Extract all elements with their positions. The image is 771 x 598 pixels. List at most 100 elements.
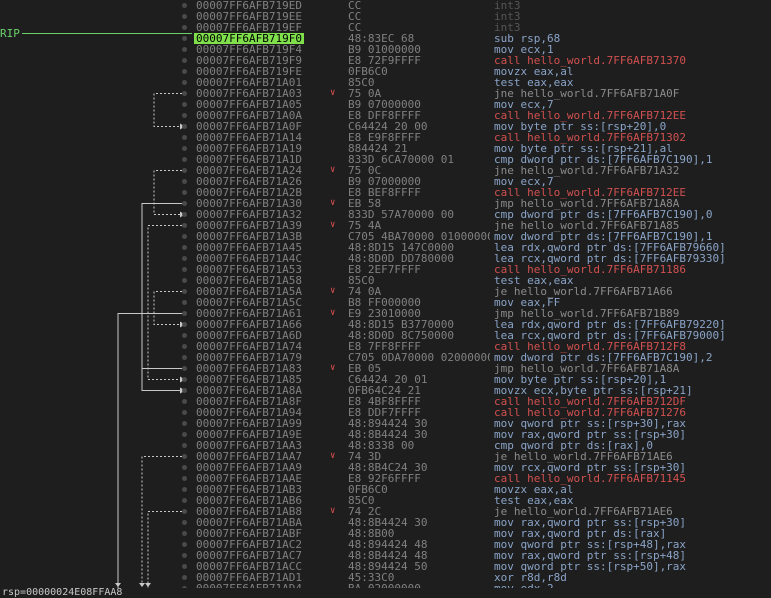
jump-chevron-icon: ∨ [330,220,336,230]
breakpoint-dot-icon[interactable] [182,245,187,250]
breakpoint-dot-icon[interactable] [182,498,187,503]
breakpoint-dot-icon[interactable] [182,377,187,382]
breakpoint-dot-icon[interactable] [182,256,187,261]
breakpoint-dot-icon[interactable] [182,91,187,96]
breakpoint-dot-icon[interactable] [182,355,187,360]
opcode-bytes: EB 05 [348,363,382,374]
breakpoint-dot-icon[interactable] [182,487,187,492]
disasm-row[interactable]: 00007FF6AFB71A5A ∨ 74 0A je hello_world.7FF… [0,286,771,297]
opcode-bytes: 0FB6C0 [348,66,388,77]
breakpoint-dot-icon[interactable] [182,344,187,349]
disasm-row[interactable]: 00007FF6AFB719F9 E8 72F9FFFF call hello_wo… [0,55,771,66]
breakpoint-dot-icon[interactable] [182,234,187,239]
breakpoint-dot-icon[interactable] [182,267,187,272]
disasm-row[interactable]: 00007FF6AFB719F0 48:83EC 68 sub rsp,68 [0,33,771,44]
breakpoint-dot-icon[interactable] [182,520,187,525]
breakpoint-dot-icon[interactable] [182,113,187,118]
breakpoint-dot-icon[interactable] [182,190,187,195]
rip-label: RIP [0,27,20,40]
breakpoint-dot-icon[interactable] [182,146,187,151]
breakpoint-dot-icon[interactable] [182,157,187,162]
breakpoint-dot-icon[interactable] [182,212,187,217]
disasm-row[interactable]: 00007FF6AFB71A24 ∨ 75 0C jne hello_world.7F… [0,165,771,176]
opcode-bytes: 48:8B4424 48 [348,550,428,561]
opcode-bytes: 48:8D0D 8C750000 [348,330,454,341]
disasm-row[interactable]: 00007FF6AFB71A9E 48:8B4424 30 mov rax,qwor… [0,429,771,440]
breakpoint-dot-icon[interactable] [182,564,187,569]
disasm-row[interactable]: 00007FF6AFB71ACC 48:894424 50 mov qword pt… [0,561,771,572]
breakpoint-dot-icon[interactable] [182,289,187,294]
breakpoint-dot-icon[interactable] [182,311,187,316]
breakpoint-dot-icon[interactable] [182,531,187,536]
breakpoint-dot-icon[interactable] [182,443,187,448]
breakpoint-dot-icon[interactable] [182,58,187,63]
breakpoint-dot-icon[interactable] [182,410,187,415]
opcode-bytes: 48:8B00 [348,528,395,539]
breakpoint-dot-icon[interactable] [182,575,187,580]
disasm-row[interactable]: 00007FF6AFB719ED CC int3 [0,0,771,11]
breakpoint-dot-icon[interactable] [182,399,187,404]
disasm-row[interactable]: 00007FF6AFB719EE CC int3 [0,11,771,22]
breakpoint-dot-icon[interactable] [182,135,187,140]
breakpoint-dot-icon[interactable] [182,80,187,85]
opcode-bytes: CC [348,11,362,22]
breakpoint-dot-icon[interactable] [182,465,187,470]
disasm-row[interactable]: 00007FF6AFB71AAE E8 92F6FFFF call hello_wo… [0,473,771,484]
breakpoint-dot-icon[interactable] [182,454,187,459]
breakpoint-dot-icon[interactable] [182,322,187,327]
opcode-bytes: 833D 6CA70000 01 [348,154,454,165]
opcode-bytes: B9 07000000 [348,99,421,110]
disasm-row[interactable]: 00007FF6AFB719FE 0FB6C0 movzx eax,al [0,66,771,77]
breakpoint-dot-icon[interactable] [182,432,187,437]
opcode-bytes: 48:8B4424 30 [348,517,428,528]
opcode-bytes: C64424 20 00 [348,121,428,132]
disasm-row[interactable]: 00007FF6AFB71AD1 45:33C0 xor r8d,r8d [0,572,771,583]
breakpoint-dot-icon[interactable] [182,201,187,206]
breakpoint-dot-icon[interactable] [182,553,187,558]
opcode-bytes: C705 0DA70000 02000000 [348,352,490,363]
breakpoint-dot-icon[interactable] [182,102,187,107]
opcode-bytes: 0FB64C24 21 [348,385,421,396]
opcode-bytes: EB 58 [348,198,382,209]
breakpoint-dot-icon[interactable] [182,333,187,338]
jump-chevron-icon: ∨ [330,165,336,175]
breakpoint-dot-icon[interactable] [182,25,187,30]
opcode-bytes: 48:83EC 68 [348,33,415,44]
breakpoint-dot-icon[interactable] [182,421,187,426]
breakpoint-dot-icon[interactable] [182,168,187,173]
breakpoint-dot-icon[interactable] [182,14,187,19]
disasm-row[interactable]: 00007FF6AFB71A03 ∨ 75 0A jne hello_world.7F… [0,88,771,99]
opcode-bytes: CC [348,0,362,11]
disasm-row[interactable]: 00007FF6AFB71AB3 0FB6C0 movzx eax,al [0,484,771,495]
breakpoint-dot-icon[interactable] [182,36,187,41]
disasm-row[interactable]: 00007FF6AFB71A53 E8 2EF7FFFF call hello_wo… [0,264,771,275]
breakpoint-dot-icon[interactable] [182,388,187,393]
opcode-bytes: 48:8338 00 [348,440,415,451]
status-bar: rsp=00000024E08FFAA8 [0,588,771,598]
opcode-bytes: 48:8D15 147C0000 [348,242,454,253]
opcode-bytes: 45:33C0 [348,572,395,583]
opcode-bytes: 85C0 [348,495,375,506]
rip-pointer-line [22,33,192,34]
breakpoint-dot-icon[interactable] [182,124,187,129]
breakpoint-dot-icon[interactable] [182,223,187,228]
opcode-bytes: E8 DDF7FFFF [348,407,421,418]
breakpoint-dot-icon[interactable] [182,476,187,481]
jump-chevron-icon: ∨ [330,88,336,98]
opcode-bytes: E8 DFF8FFFF [348,110,421,121]
breakpoint-dot-icon[interactable] [182,47,187,52]
breakpoint-dot-icon[interactable] [182,278,187,283]
breakpoint-dot-icon[interactable] [182,509,187,514]
breakpoint-dot-icon[interactable] [182,179,187,184]
disasm-row[interactable]: 00007FF6AFB719EF CC int3 [0,22,771,33]
breakpoint-dot-icon[interactable] [182,69,187,74]
breakpoint-dot-icon[interactable] [182,300,187,305]
disassembly-view[interactable]: 00007FF6AFB719ED CC int3 00007FF6AFB719EE CC… [0,0,771,588]
breakpoint-dot-icon[interactable] [182,3,187,8]
opcode-bytes: 48:894424 30 [348,418,428,429]
opcode-bytes: 884424 21 [348,143,408,154]
opcode-bytes: 48:8D15 B3770000 [348,319,454,330]
breakpoint-dot-icon[interactable] [182,542,187,547]
breakpoint-dot-icon[interactable] [182,366,187,371]
opcode-bytes: 85C0 [348,275,375,286]
